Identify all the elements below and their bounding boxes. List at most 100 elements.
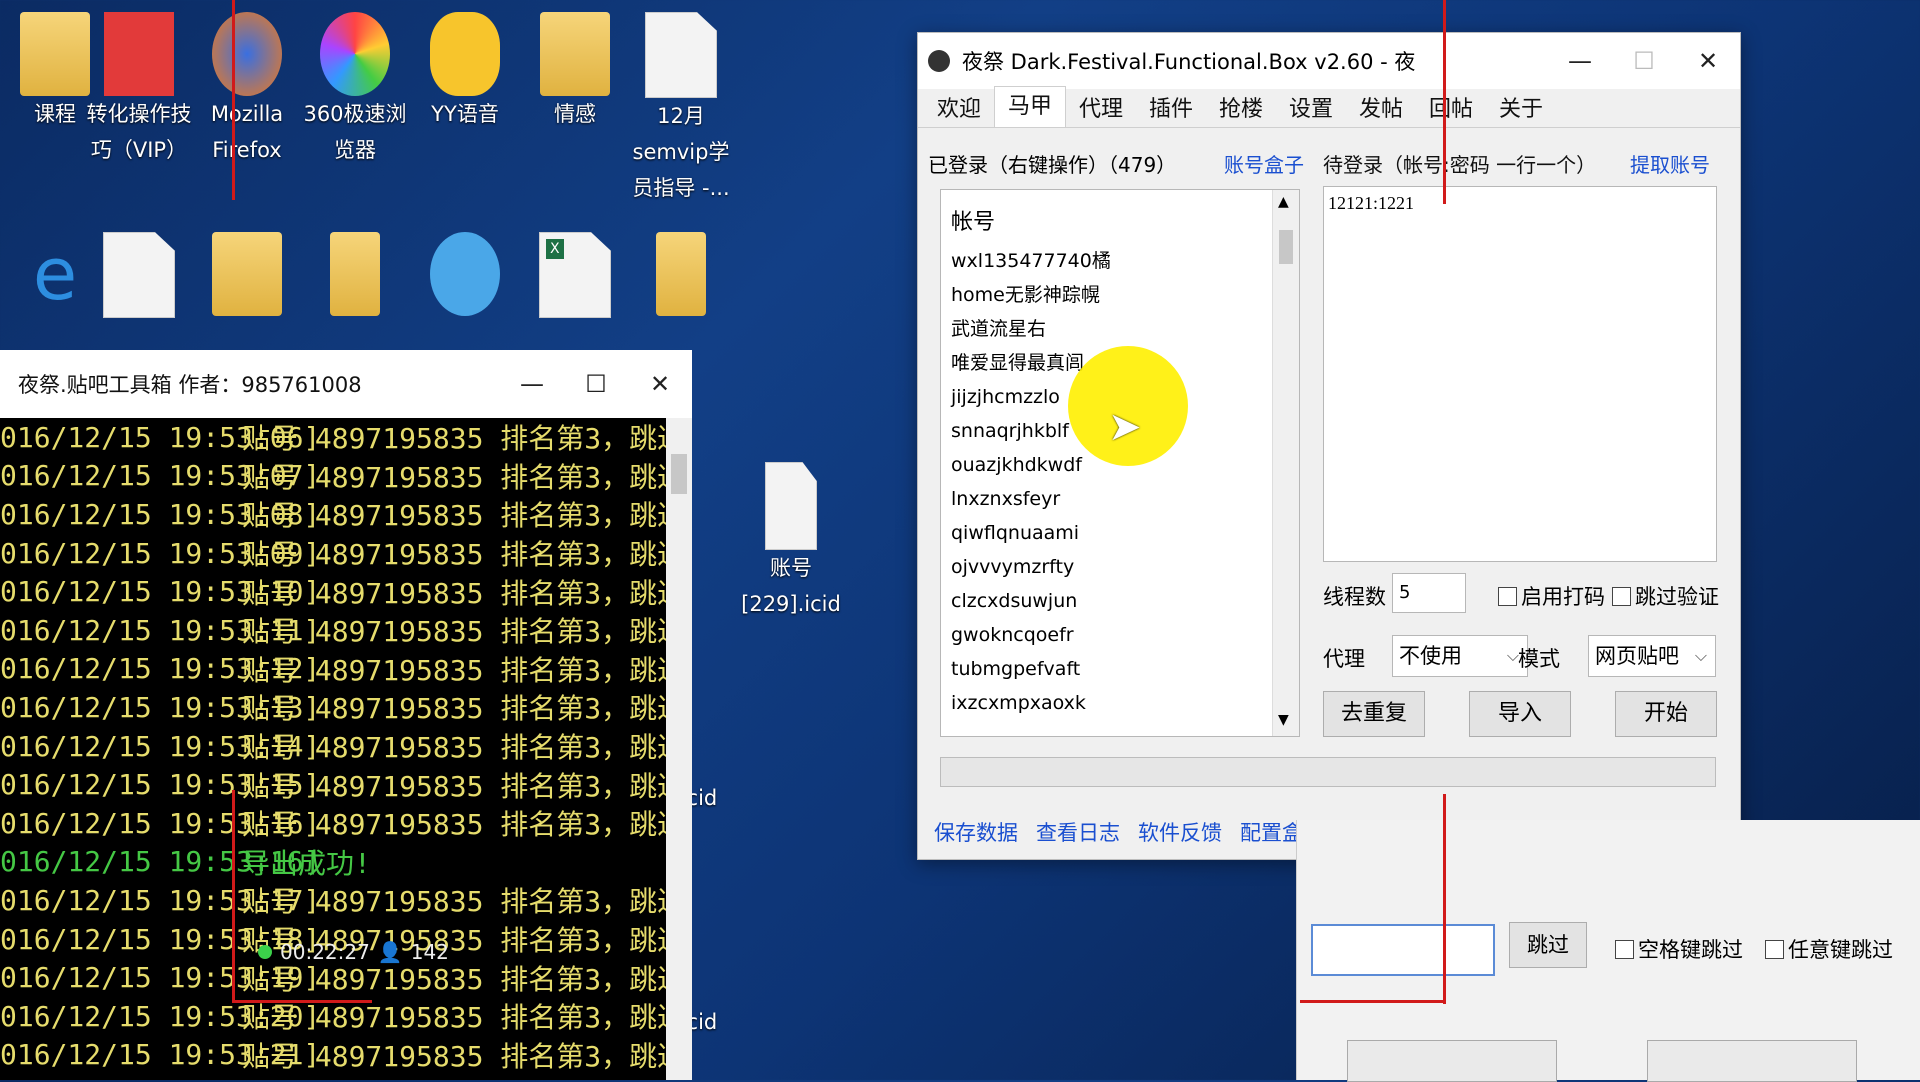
document-icon [540,12,610,96]
mode-select[interactable]: 网页贴吧 ⌵ [1588,635,1716,677]
enable-captcha-checkbox[interactable]: 启用打码 [1498,581,1605,611]
desktop-icon-document-icon[interactable]: 情感 [520,12,630,132]
record-dot-icon [258,945,272,959]
minimize-icon[interactable]: — [500,370,564,398]
captcha-image-box-2 [1647,1040,1857,1082]
threads-label: 线程数 [1323,585,1386,609]
maximize-icon[interactable]: ☐ [564,370,628,398]
account-list-item[interactable]: tubmgpefvaft [941,652,1299,686]
desktop-icon-label: 12月semvip学员指导 -... [632,104,730,200]
account-list-item[interactable]: gwokncqoefr [941,618,1299,652]
winrar-icon[interactable] [192,232,302,316]
annotation-line [1443,794,1446,1004]
import-button[interactable]: 导入 [1469,691,1571,737]
tab-设置[interactable]: 设置 [1276,91,1346,127]
desktop-icon-yy-voice-icon[interactable]: YY语音 [410,12,520,132]
log-timestamp: 016/12/15 19:53:20] [0,999,321,1033]
log-timestamp: 016/12/15 19:53:06] [0,420,321,454]
log-message: 贴号 4897195835 排名第3，跳过回复 [242,460,692,494]
log-message: 贴号 4897195835 排名第3，跳过回复 [242,538,692,572]
recording-timer: 00:22:27 [280,940,370,964]
account-list-item[interactable]: ojvvvymzrfty [941,550,1299,584]
dedupe-button[interactable]: 去重复 [1323,691,1425,737]
account-list-scrollbar[interactable]: ▲ ▼ [1272,190,1299,736]
tab-bar: 欢迎 马甲 代理 插件 抢楼 设置 发帖 回帖 关于 [918,86,1740,128]
account-list-item[interactable]: lnxznxsfeyr [941,482,1299,516]
any-key-skip-checkbox[interactable]: 任意键跳过 [1765,934,1893,964]
excel-file-icon[interactable]: X [520,232,630,318]
log-message: 贴号 4897195835 排名第3，跳过回复 [242,422,692,456]
account-list-item[interactable]: wxl135477740橘 [941,244,1299,278]
space-skip-checkbox[interactable]: 空格键跳过 [1615,934,1743,964]
console-scrollbar[interactable] [666,418,692,1080]
xmind-file-icon [104,12,174,96]
desktop-icon-excel-file-icon[interactable]: 12月semvip学员指导 -... [626,12,736,206]
desktop-icon-browser-360-icon[interactable]: 360极速浏览器 [300,12,410,168]
tab-代理[interactable]: 代理 [1066,91,1136,127]
desktop-icon-label: Mozilla Firefox [210,102,284,162]
tab-发帖[interactable]: 发帖 [1346,91,1416,127]
minimize-icon[interactable]: — [1548,47,1612,75]
skip-button[interactable]: 跳过 [1509,922,1587,968]
close-icon[interactable]: ✕ [1676,47,1740,75]
account-list-item[interactable]: 武道流星右 [941,312,1299,346]
scroll-up-icon[interactable]: ▲ [1278,194,1289,210]
folder-doc-icon[interactable] [626,232,736,316]
desktop-icon-xmind-file-icon[interactable]: 转化操作技巧（VIP） [84,12,194,168]
log-timestamp: 016/12/15 19:53:17] [0,883,321,917]
media-player-icon[interactable] [410,232,520,316]
annotation-line [232,1000,372,1003]
log-timestamp: 016/12/15 19:53:10] [0,575,321,609]
annotation-line [232,790,235,1000]
maximize-icon[interactable]: ☐ [1612,47,1676,75]
account-list-item[interactable]: home无影神踪幌 [941,278,1299,312]
log-row: 016/12/15 19:53:16] 贴号 4897195835 排名第3，跳过… [0,804,692,843]
captcha-input[interactable] [1311,924,1495,976]
tab-插件[interactable]: 插件 [1136,91,1206,127]
bottom-link[interactable]: 查看日志 [1036,817,1120,847]
captcha-dialog[interactable]: 跳过 空格键跳过 任意键跳过 [1296,820,1920,1082]
desktop-icon-label: 360极速浏览器 [303,102,407,162]
log-row: 016/12/15 19:53:21] 贴号 4897195835 排名第3，跳过… [0,1036,692,1075]
folder-archive-icon [20,12,90,96]
pending-label: 待登录（帐号:密码 一行一个） [1323,153,1597,177]
log-row: 016/12/15 19:53:13] 贴号 4897195835 排名第3，跳过… [0,688,692,727]
log-timestamp: 016/12/15 19:53:16] [0,806,321,840]
log-timestamp: 016/12/15 19:53:13] [0,690,321,724]
account-file-icon[interactable]: 账号[229].icid [736,462,846,622]
bottom-link[interactable]: 保存数据 [934,817,1018,847]
app-window[interactable]: 夜祭 Dark.Festival.Functional.Box v2.60 - … [917,32,1741,860]
tab-抢楼[interactable]: 抢楼 [1206,91,1276,127]
bottom-link[interactable]: 软件反馈 [1138,817,1222,847]
console-titlebar[interactable]: 夜祭.贴吧工具箱 作者：985761008 — ☐ ✕ [0,350,692,418]
folder-doc-icon[interactable] [300,232,410,316]
log-timestamp: 016/12/15 19:53:07] [0,459,321,493]
extract-accounts-link[interactable]: 提取账号 [1630,149,1710,178]
log-message: 贴号 4897195835 排名第3，跳过回复 [242,808,692,842]
close-icon[interactable]: ✕ [628,370,692,398]
proxy-select[interactable]: 不使用 ⌵ [1392,635,1528,677]
account-box-link[interactable]: 账号盒子 [1224,149,1304,178]
log-row: 016/12/15 19:53:17] 贴号 4897195835 排名第3，跳过… [0,881,692,920]
account-list-item[interactable]: clzcxdsuwjun [941,584,1299,618]
tab-关于[interactable]: 关于 [1486,91,1556,127]
app-titlebar[interactable]: 夜祭 Dark.Festival.Functional.Box v2.60 - … [918,33,1740,89]
account-list-item[interactable]: ixzcxmpxaoxk [941,686,1299,720]
start-button[interactable]: 开始 [1615,691,1717,737]
tab-马甲[interactable]: 马甲 [994,86,1066,127]
desktop-icon-firefox-icon[interactable]: Mozilla Firefox [192,12,302,168]
threads-input[interactable]: 5 [1392,573,1466,613]
account-list-item[interactable]: qiwflqnuaami [941,516,1299,550]
log-timestamp: 016/12/15 19:53:21] [0,1038,321,1072]
log-row: 016/12/15 19:53:08] 贴号 4897195835 排名第3，跳过… [0,495,692,534]
pending-accounts-textarea[interactable]: 12121:1221 [1323,186,1717,562]
viewer-count: 142 [410,940,449,964]
skip-verify-checkbox[interactable]: 跳过验证 [1612,581,1719,611]
tab-回帖[interactable]: 回帖 [1416,91,1486,127]
tab-欢迎[interactable]: 欢迎 [924,91,994,127]
console-window[interactable]: 夜祭.贴吧工具箱 作者：985761008 — ☐ ✕ 016/12/15 19… [0,350,692,1080]
log-row: 016/12/15 19:53:19] 贴号 4897195835 排名第3，跳过… [0,958,692,997]
scroll-down-icon[interactable]: ▼ [1278,712,1289,728]
annotation-line [1443,0,1446,204]
blank-file-icon[interactable] [84,232,194,318]
